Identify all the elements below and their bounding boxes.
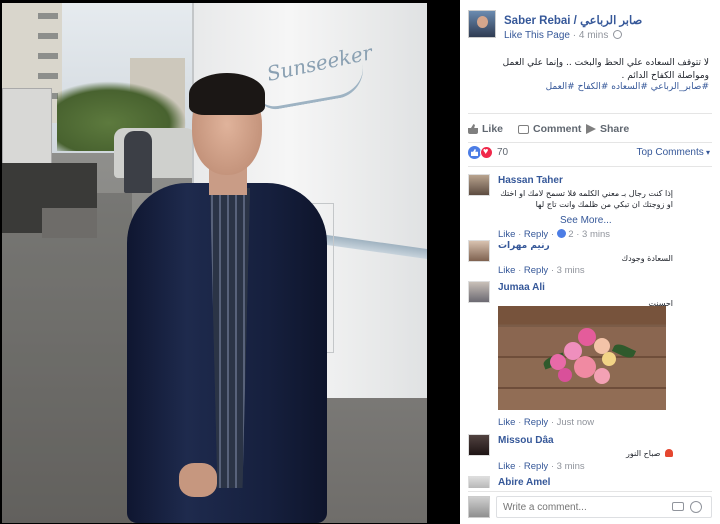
page-avatar[interactable] [468,10,496,38]
comment-footer: Like · Reply · 3 mins [498,265,585,276]
comment-reply-link[interactable]: Reply [524,461,548,472]
post-actions: Like Comment Share [468,120,712,138]
comment-time[interactable]: Just now [557,417,595,428]
subject-hair [189,73,265,115]
photo-scene: Sunseeker [2,3,427,523]
share-label: Share [600,123,630,135]
commenter-avatar[interactable] [468,476,490,488]
comment-time[interactable]: 3 mins [557,461,585,472]
comment-label: Comment [533,123,582,135]
post-meta: Like This Page · 4 mins [504,30,623,41]
comment-reply-link[interactable]: Reply [524,417,548,428]
comment-reply-link[interactable]: Reply [524,265,548,276]
share-icon [586,124,596,134]
divider [468,491,712,492]
post-sidebar: Saber Rebai / صابر الرباعي Like This Pag… [460,0,720,524]
post-caption: لا تتوقف السعاده علي الحظ والبخت .. وإنم… [502,58,709,81]
photo-van [2,88,52,168]
share-button[interactable]: Share [586,123,629,135]
comment-reply-link[interactable]: Reply [524,229,548,240]
comment-time[interactable]: 3 mins [582,229,610,240]
photo-subject [127,73,327,523]
flower [574,356,596,378]
commenter-avatar[interactable] [468,174,490,196]
emoji-icon[interactable] [690,501,702,513]
comment-text: صباح النور [498,448,673,459]
comment-text: السعادة وجودك [621,254,674,263]
commenter-name[interactable]: Hassan Taher [498,175,563,186]
post-hashtags[interactable]: #صابر_الرباعي #السعاده #الكفاح #العمل [474,82,709,92]
see-more-link[interactable]: See More... [560,215,612,226]
like-icon [468,124,478,134]
comment-icon [518,125,529,134]
rose-emoji-icon [665,449,673,457]
divider [468,142,712,143]
like-count-icon [556,229,566,238]
divider [468,166,712,167]
comment-like-link[interactable]: Like [498,461,515,472]
commenter-name[interactable]: Jumaa Ali [498,282,545,293]
flower [594,368,610,384]
comment-footer: Like · Reply · 2 · 3 mins [498,229,611,240]
reaction-count[interactable]: 70 [497,147,508,158]
photo-equipment-cart [42,208,97,238]
comment-time[interactable]: 3 mins [557,265,585,276]
reactions-bar: 70 Top Comments [468,146,712,162]
comment-text-value: صباح النور [626,449,661,458]
subject-hand [179,463,217,497]
current-user-avatar [468,496,490,518]
comment-like-link[interactable]: Like [498,229,515,240]
photo-shadow [2,193,132,523]
comment-text: إذا كنت رجال بـ معني الكلمه فلا تسمح لام… [500,189,673,209]
love-reaction-icon[interactable] [480,146,493,159]
post-photo[interactable]: Sunseeker [0,0,457,524]
globe-icon [613,30,623,39]
comment-button[interactable]: Comment [518,123,581,135]
comment-footer: Like · Reply · 3 mins [498,461,585,472]
commenter-avatar[interactable] [468,281,490,303]
post-time[interactable]: 4 mins [579,30,608,41]
comment-reply-count[interactable]: 2 [568,229,573,240]
comment-like-link[interactable]: Like [498,265,515,276]
commenter-name[interactable]: رنيم مهرات [498,241,550,251]
commenter-name[interactable]: Missou Dâa [498,435,554,446]
commenter-avatar[interactable] [468,434,490,456]
comment-photo-flowers[interactable] [498,306,666,410]
commenter-name[interactable]: Abire Amel [498,477,550,488]
like-page-link[interactable]: Like This Page [504,30,570,41]
commenter-avatar[interactable] [468,240,490,262]
comment-composer [468,495,718,520]
comment-sort-dropdown[interactable]: Top Comments [637,147,711,158]
like-label: Like [482,123,504,135]
camera-icon[interactable] [672,502,684,511]
comment-like-link[interactable]: Like [498,417,515,428]
post-header: Saber Rebai / صابر الرباعي Like This Pag… [468,10,718,50]
divider [468,113,712,114]
comments-list: Hassan Taher إذا كنت رجال بـ معني الكلمه… [468,168,718,488]
flower [558,368,572,382]
like-button[interactable]: Like [468,123,503,135]
flower [602,352,616,366]
page-name-link[interactable]: Saber Rebai / صابر الرباعي [504,13,642,27]
comment-footer: Like · Reply · Just now [498,417,595,428]
